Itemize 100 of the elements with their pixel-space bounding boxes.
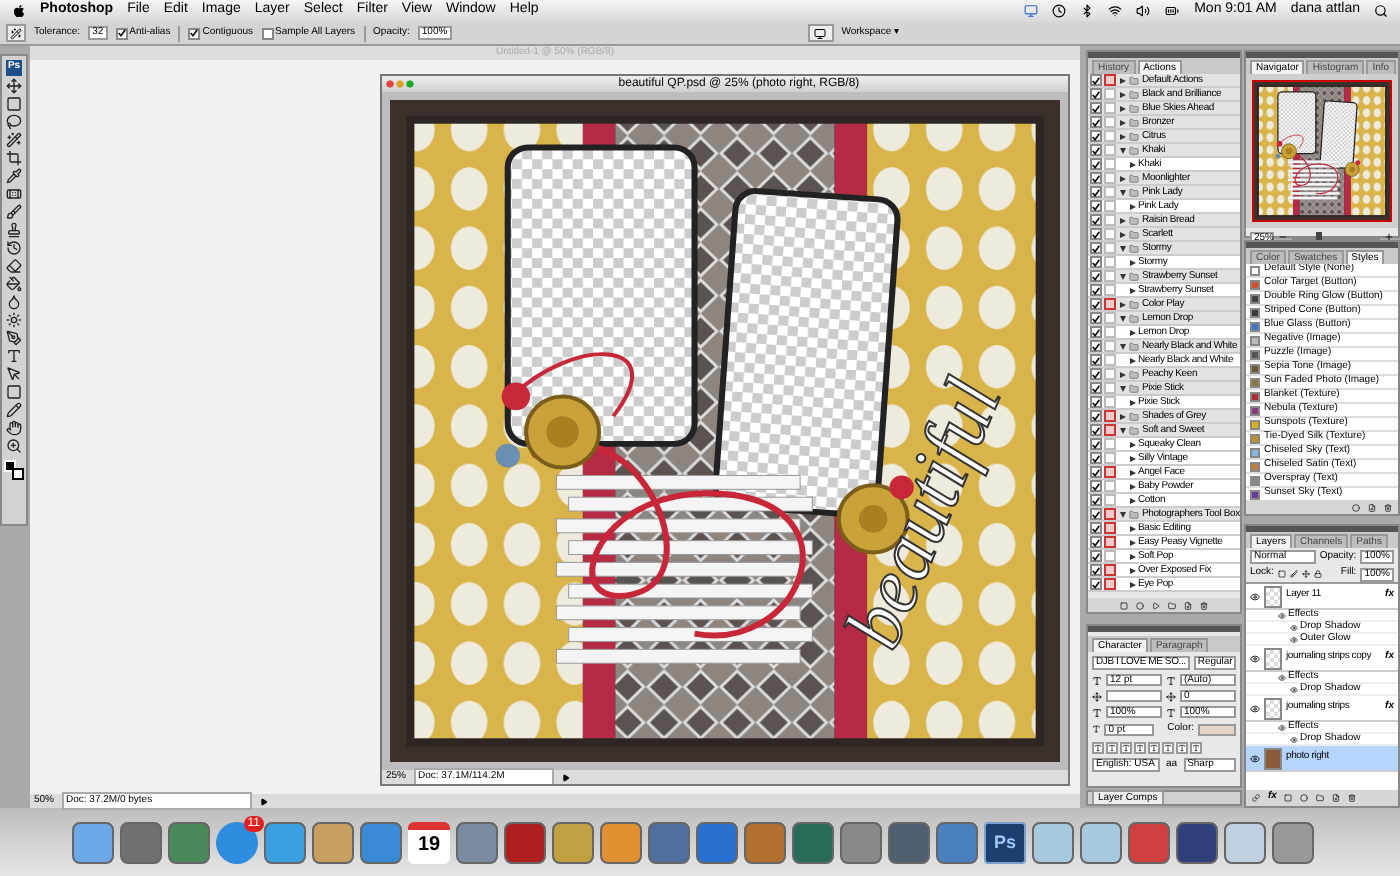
checkbox[interactable] xyxy=(1090,438,1102,450)
checkbox[interactable] xyxy=(1090,242,1102,254)
dialog-toggle[interactable] xyxy=(1104,410,1116,422)
checkbox[interactable] xyxy=(1090,410,1102,422)
dialog-toggle[interactable] xyxy=(1104,536,1116,548)
wifi-icon[interactable] xyxy=(1108,4,1123,18)
brush-icon[interactable] xyxy=(6,203,22,219)
dialog-toggle[interactable] xyxy=(1104,340,1116,352)
droplet-icon[interactable] xyxy=(6,293,22,309)
collapsed-triangle-icon[interactable] xyxy=(1130,329,1136,335)
app-dock-item[interactable] xyxy=(1128,821,1170,863)
bandage-icon[interactable] xyxy=(6,185,22,201)
collapsed-triangle-icon[interactable] xyxy=(1130,287,1136,293)
dialog-toggle[interactable] xyxy=(1104,396,1116,408)
expanded-triangle-icon[interactable] xyxy=(1120,511,1126,517)
app-dock-item[interactable] xyxy=(792,821,834,863)
checkbox[interactable] xyxy=(1090,382,1102,394)
eyedropper-icon[interactable] xyxy=(6,167,22,183)
type-icon[interactable] xyxy=(6,347,22,363)
dialog-toggle[interactable] xyxy=(1104,186,1116,198)
checkbox[interactable] xyxy=(115,27,128,39)
dialog-toggle[interactable] xyxy=(1104,88,1116,100)
history-brush-icon[interactable] xyxy=(6,239,22,255)
dialog-toggle[interactable] xyxy=(1104,256,1116,268)
calendar-dock-item[interactable]: 19 xyxy=(408,821,450,863)
dialog-toggle[interactable] xyxy=(1104,214,1116,226)
app-dock-item[interactable] xyxy=(696,821,738,863)
trash-icon[interactable] xyxy=(1348,794,1357,802)
new-set-icon[interactable] xyxy=(1168,601,1176,609)
app-dock-item[interactable] xyxy=(648,821,690,863)
crop-icon[interactable] xyxy=(6,149,22,165)
collapsed-triangle-icon[interactable] xyxy=(1120,217,1126,223)
collapsed-triangle-icon[interactable] xyxy=(1130,581,1136,587)
expanded-triangle-icon[interactable] xyxy=(1120,427,1126,433)
app-dock-item[interactable] xyxy=(600,821,642,863)
checkbox[interactable] xyxy=(1090,298,1102,310)
checkbox[interactable] xyxy=(1090,578,1102,590)
dialog-toggle[interactable] xyxy=(1104,438,1116,450)
new-group-icon[interactable] xyxy=(1316,794,1325,802)
collapsed-triangle-icon[interactable] xyxy=(1130,357,1136,363)
checkbox[interactable] xyxy=(1090,550,1102,562)
checkbox[interactable] xyxy=(1090,326,1102,338)
dialog-toggle[interactable] xyxy=(1104,284,1116,296)
checkbox[interactable] xyxy=(1090,564,1102,576)
checkbox[interactable] xyxy=(1090,130,1102,142)
eye-icon[interactable] xyxy=(1290,623,1298,631)
marquee-icon[interactable] xyxy=(6,95,22,111)
checkbox[interactable] xyxy=(1090,284,1102,296)
type-style-icon[interactable] xyxy=(1120,741,1132,753)
collapsed-triangle-icon[interactable] xyxy=(1120,77,1126,83)
pointer-icon[interactable] xyxy=(6,365,22,381)
tool-preset-picker[interactable] xyxy=(6,24,26,42)
checkbox[interactable] xyxy=(1090,508,1102,520)
collapsed-triangle-icon[interactable] xyxy=(1120,119,1126,125)
dialog-toggle[interactable] xyxy=(1104,452,1116,464)
checkbox[interactable] xyxy=(1090,368,1102,380)
eye-icon[interactable] xyxy=(1278,673,1286,681)
dialog-toggle[interactable] xyxy=(1104,242,1116,254)
dialog-toggle[interactable] xyxy=(1104,130,1116,142)
collapsed-triangle-icon[interactable] xyxy=(1130,553,1136,559)
app-dock-item[interactable] xyxy=(744,821,786,863)
type-style-icon[interactable] xyxy=(1092,741,1104,753)
type-style-icon[interactable] xyxy=(1190,741,1202,753)
checkbox[interactable] xyxy=(1090,340,1102,352)
dialog-toggle[interactable] xyxy=(1104,102,1116,114)
app-dock-item[interactable] xyxy=(1080,821,1122,863)
checkbox[interactable] xyxy=(1090,144,1102,156)
app-dock-item[interactable] xyxy=(72,821,114,863)
app-dock-item[interactable] xyxy=(456,821,498,863)
checkbox[interactable] xyxy=(1090,228,1102,240)
checkbox[interactable] xyxy=(1090,480,1102,492)
checkbox[interactable] xyxy=(1090,270,1102,282)
stamp-icon[interactable] xyxy=(6,221,22,237)
rectangle-icon[interactable] xyxy=(6,383,22,399)
link-icon[interactable] xyxy=(1252,794,1260,802)
expanded-triangle-icon[interactable] xyxy=(1120,189,1126,195)
dialog-toggle[interactable] xyxy=(1104,466,1116,478)
battery-icon[interactable] xyxy=(1164,4,1181,18)
dialog-toggle[interactable] xyxy=(1104,158,1116,170)
collapsed-triangle-icon[interactable] xyxy=(1130,161,1136,167)
eye-icon[interactable] xyxy=(1278,611,1286,619)
app-dock-item[interactable] xyxy=(840,821,882,863)
collapsed-triangle-icon[interactable] xyxy=(1130,259,1136,265)
new-action-icon[interactable] xyxy=(1184,601,1192,609)
dialog-toggle[interactable] xyxy=(1104,116,1116,128)
checkbox[interactable] xyxy=(1090,354,1102,366)
new-layer-icon[interactable] xyxy=(1332,794,1341,802)
collapsed-triangle-icon[interactable] xyxy=(1120,301,1126,307)
color-swatch[interactable] xyxy=(1198,723,1236,736)
dialog-toggle[interactable] xyxy=(1104,354,1116,366)
dialog-toggle[interactable] xyxy=(1104,564,1116,576)
lock-all-icon[interactable] xyxy=(1313,570,1322,578)
type-style-icon[interactable] xyxy=(1148,741,1160,753)
dialog-toggle[interactable] xyxy=(1104,326,1116,338)
dialog-toggle[interactable] xyxy=(1104,172,1116,184)
checkbox[interactable] xyxy=(1090,522,1102,534)
collapsed-triangle-icon[interactable] xyxy=(1130,441,1136,447)
dialog-toggle[interactable] xyxy=(1104,270,1116,282)
expanded-triangle-icon[interactable] xyxy=(1120,343,1126,349)
magic-wand-icon[interactable] xyxy=(6,131,22,147)
